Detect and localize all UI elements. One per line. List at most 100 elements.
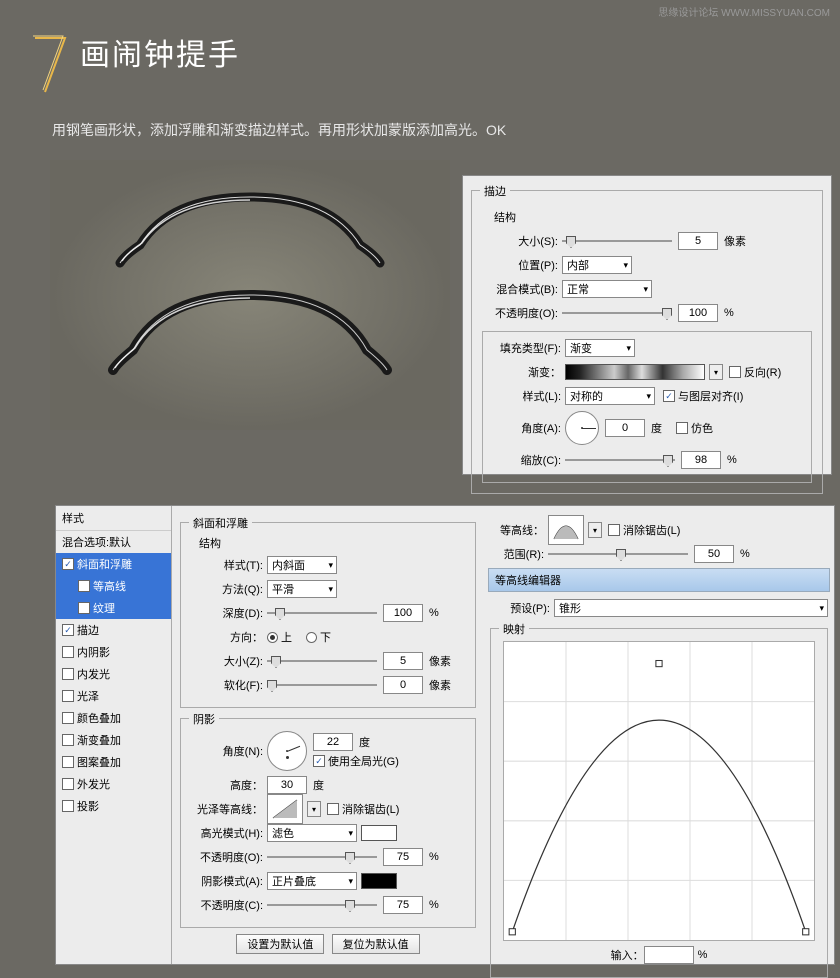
sh-op-label: 不透明度(C): — [191, 897, 263, 913]
align-checkbox[interactable]: ✓ — [663, 390, 675, 402]
gloss-contour[interactable] — [267, 794, 303, 824]
depth-slider[interactable] — [267, 606, 377, 620]
rcontour-dropdown[interactable]: ▾ — [588, 522, 602, 538]
bsize-slider[interactable] — [267, 654, 377, 668]
op-unit: % — [724, 307, 734, 319]
scale-label: 缩放(C): — [489, 452, 561, 468]
sh-color[interactable] — [361, 873, 397, 889]
fill-select[interactable]: 渐变 — [565, 339, 635, 357]
bangle-dial[interactable] — [267, 731, 307, 771]
scale-slider[interactable] — [565, 453, 675, 467]
preset-select[interactable]: 锥形 — [554, 599, 828, 617]
list-inner-shadow[interactable]: 内阴影 — [56, 641, 171, 663]
sh-op-input[interactable]: 75 — [383, 896, 423, 914]
bevel-group-title: 斜面和浮雕 — [189, 515, 252, 531]
size-input[interactable]: 5 — [678, 232, 718, 250]
list-blend-options[interactable]: 混合选项:默认 — [56, 531, 171, 553]
list-pattern-overlay[interactable]: 图案叠加 — [56, 751, 171, 773]
stroke-group-title: 描边 — [480, 183, 510, 199]
dither-checkbox[interactable] — [676, 422, 688, 434]
bstyle-label: 样式(T): — [191, 557, 263, 573]
list-stroke[interactable]: ✓描边 — [56, 619, 171, 641]
op-slider[interactable] — [562, 306, 672, 320]
dir-down-radio[interactable] — [306, 632, 317, 643]
reverse-checkbox[interactable] — [729, 366, 741, 378]
pos-select[interactable]: 内部 — [562, 256, 632, 274]
bsize-label: 大小(Z): — [191, 653, 263, 669]
gradient-dropdown[interactable]: ▾ — [709, 364, 723, 380]
sh-label: 阴影模式(A): — [191, 873, 263, 889]
dir-label: 方向： — [191, 629, 263, 645]
rcontour-thumb[interactable] — [548, 515, 584, 545]
scale-unit: % — [727, 454, 737, 466]
soft-slider[interactable] — [267, 678, 377, 692]
step-description: 用钢笔画形状，添加浮雕和渐变描边样式。再用形状加蒙版添加高光。OK — [52, 120, 506, 140]
list-outer-glow[interactable]: 外发光 — [56, 773, 171, 795]
angle-input[interactable]: 0 — [605, 419, 645, 437]
handle-shape-1 — [110, 185, 390, 275]
gstyle-select[interactable]: 对称的 — [565, 387, 655, 405]
sh-select[interactable]: 正片叠底 — [267, 872, 357, 890]
sh-op-slider[interactable] — [267, 898, 377, 912]
angle-dial[interactable] — [565, 411, 599, 445]
bangle-label: 角度(N): — [191, 743, 263, 759]
set-default-button[interactable]: 设置为默认值 — [236, 934, 324, 954]
soft-input[interactable]: 0 — [383, 676, 423, 694]
hi-op-label: 不透明度(O): — [191, 849, 263, 865]
blend-select[interactable]: 正常 — [562, 280, 652, 298]
hi-select[interactable]: 滤色 — [267, 824, 357, 842]
range-input[interactable]: 50 — [694, 545, 734, 563]
bevel-struct-label: 结构 — [199, 535, 467, 551]
gstyle-label: 样式(L): — [489, 388, 561, 404]
list-texture[interactable]: 纹理 — [56, 597, 171, 619]
size-unit: 像素 — [724, 233, 746, 249]
range-slider[interactable] — [548, 547, 688, 561]
list-grad-overlay[interactable]: 渐变叠加 — [56, 729, 171, 751]
bstyle-select[interactable]: 内斜面 — [267, 556, 337, 574]
input-value[interactable] — [644, 946, 694, 964]
size-slider[interactable] — [562, 234, 672, 248]
list-inner-glow[interactable]: 内发光 — [56, 663, 171, 685]
op-label: 不透明度(O): — [486, 305, 558, 321]
list-color-overlay[interactable]: 颜色叠加 — [56, 707, 171, 729]
list-drop-shadow[interactable]: 投影 — [56, 795, 171, 817]
hi-label: 高光模式(H): — [191, 825, 263, 841]
styles-list: 样式 混合选项:默认 ✓斜面和浮雕 等高线 纹理 ✓描边 内阴影 内发光 光泽 … — [56, 506, 172, 964]
reset-default-button[interactable]: 复位为默认值 — [332, 934, 420, 954]
hi-color[interactable] — [361, 825, 397, 841]
map-title: 映射 — [499, 621, 529, 637]
hi-op-input[interactable]: 75 — [383, 848, 423, 866]
curve-editor[interactable] — [503, 641, 815, 941]
list-satin[interactable]: 光泽 — [56, 685, 171, 707]
step-number — [30, 30, 70, 105]
scale-input[interactable]: 98 — [681, 451, 721, 469]
list-bevel[interactable]: ✓斜面和浮雕 — [56, 553, 171, 575]
dither-label: 仿色 — [691, 420, 713, 436]
alt-label: 高度： — [191, 777, 263, 793]
grad-label: 渐变： — [489, 364, 561, 380]
list-contour[interactable]: 等高线 — [56, 575, 171, 597]
gradient-preview[interactable] — [565, 364, 705, 380]
align-label: 与图层对齐(I) — [678, 388, 743, 404]
tech-select[interactable]: 平滑 — [267, 580, 337, 598]
stroke-struct-label: 结构 — [494, 209, 810, 225]
contour-editor-title: 等高线编辑器 — [488, 568, 830, 592]
bangle-input[interactable]: 22 — [313, 733, 353, 751]
bevel-settings: 斜面和浮雕 结构 样式(T):内斜面 方法(Q):平滑 深度(D):100% 方… — [172, 506, 484, 964]
dir-up-radio[interactable] — [267, 632, 278, 643]
depth-input[interactable]: 100 — [383, 604, 423, 622]
shade-group-title: 阴影 — [189, 711, 219, 727]
op-input[interactable]: 100 — [678, 304, 718, 322]
fill-label: 填充类型(F): — [489, 340, 561, 356]
global-checkbox[interactable]: ✓ — [313, 755, 325, 767]
rcontour-aa[interactable] — [608, 524, 620, 536]
bsize-input[interactable]: 5 — [383, 652, 423, 670]
angle-label: 角度(A): — [489, 420, 561, 436]
step-title: 画闹钟提手 — [80, 30, 240, 74]
alt-input[interactable]: 30 — [267, 776, 307, 794]
gloss-dropdown[interactable]: ▾ — [307, 801, 321, 817]
angle-unit: 度 — [651, 420, 662, 436]
gloss-aa-checkbox[interactable] — [327, 803, 339, 815]
preview-area — [50, 160, 450, 430]
hi-op-slider[interactable] — [267, 850, 377, 864]
